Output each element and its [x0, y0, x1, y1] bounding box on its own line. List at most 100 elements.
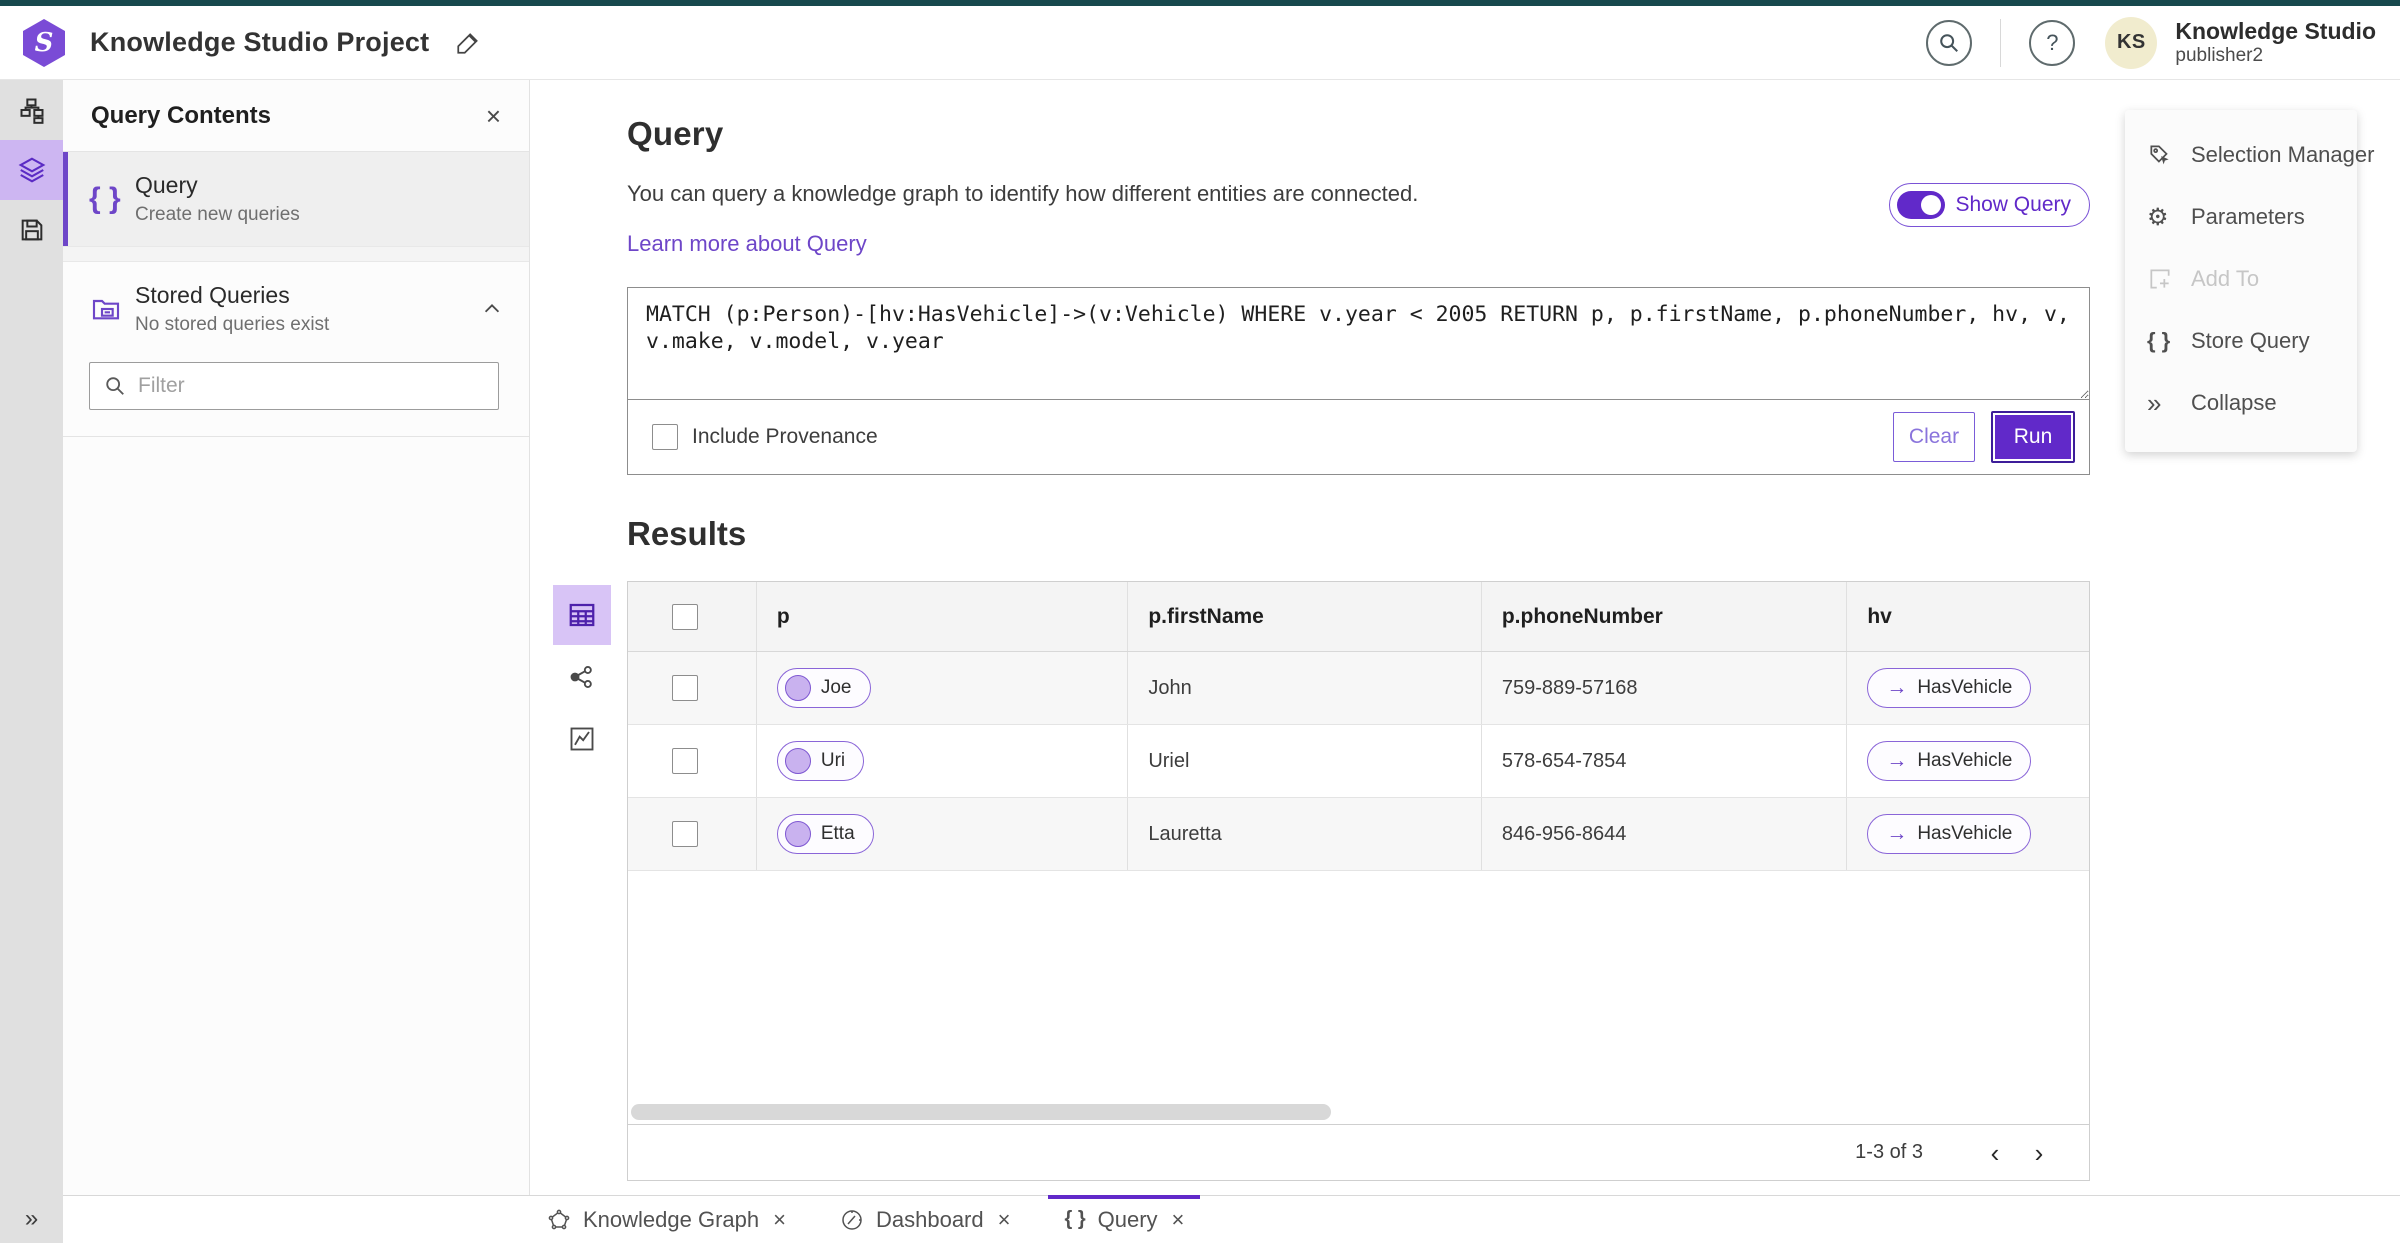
query-editor[interactable]: MATCH (p:Person)-[hv:HasVehicle]->(v:Veh… [628, 288, 2089, 400]
search-icon [106, 377, 124, 395]
menu-item-add-to[interactable]: Add To [2125, 248, 2357, 310]
panel-item-stored-queries[interactable]: Stored Queries No stored queries exist [63, 262, 529, 356]
arrow-right-icon: → [1886, 676, 1908, 699]
filter-input[interactable] [138, 374, 484, 398]
search-icon [1940, 33, 1959, 52]
row-checkbox[interactable] [671, 748, 698, 774]
menu-item-label: Add To [2191, 266, 2260, 291]
braces-icon: { } [89, 182, 121, 215]
arrow-right-icon: → [1886, 749, 1908, 772]
person-pill-label: Etta [820, 823, 855, 844]
page-description: You can query a knowledge graph to ident… [627, 181, 1419, 206]
person-node-pill[interactable]: Etta [776, 814, 874, 854]
view-table-button[interactable] [553, 585, 611, 645]
app-logo[interactable]: S [20, 18, 68, 67]
main-content: Query You can query a knowledge graph to… [530, 80, 2400, 1195]
filter-section [63, 356, 529, 437]
filter-box[interactable] [89, 362, 499, 410]
panel-item-stored-desc: No stored queries exist [135, 314, 330, 335]
query-actions-menu: Selection Manager ⚙ Parameters Add To { … [2125, 110, 2374, 452]
header-divider [2000, 18, 2002, 67]
panel-item-query[interactable]: { } Query Create new queries [63, 152, 529, 246]
tab-dashboard[interactable]: Dashboard × [824, 1196, 1027, 1243]
help-button[interactable]: ? [2029, 19, 2076, 66]
arrow-right-icon: → [1886, 822, 1908, 845]
bottom-tab-bar: » Knowledge Graph × Dashboard × {} Quer… [0, 1195, 2400, 1243]
prev-page-button[interactable]: ‹ [1973, 1140, 2017, 1166]
learn-more-link[interactable]: Learn more about Query [627, 231, 867, 257]
close-panel-button[interactable]: × [486, 103, 501, 129]
run-button[interactable]: Run [1991, 411, 2075, 463]
rail-item-layers[interactable] [0, 140, 63, 200]
select-all-checkbox[interactable] [671, 603, 698, 630]
column-header-firstname[interactable]: p.firstName [1128, 582, 1482, 651]
close-icon: × [485, 100, 501, 131]
horizontal-scrollbar-thumb[interactable] [631, 1104, 1331, 1120]
relation-pill[interactable]: → HasVehicle [1867, 814, 2032, 854]
menu-item-selection-manager[interactable]: Selection Manager [2125, 124, 2374, 186]
rail-item-hierarchy[interactable] [0, 80, 63, 140]
results-title: Results [627, 515, 747, 552]
folder-icon [89, 293, 135, 325]
gear-icon: ⚙ [2147, 203, 2169, 231]
edit-title-button[interactable] [455, 30, 481, 56]
relation-pill-label: HasVehicle [1917, 677, 2013, 698]
column-header-phonenumber[interactable]: p.phoneNumber [1482, 582, 1848, 651]
braces-icon: { } [1064, 1208, 1086, 1230]
page-title: Query [627, 115, 724, 152]
cell-phonenumber: 759-889-57168 [1482, 652, 1848, 724]
cell-firstname: Uriel [1128, 725, 1482, 797]
save-icon [21, 219, 42, 241]
column-header-p[interactable]: p [757, 582, 1129, 651]
search-button[interactable] [1926, 19, 1973, 66]
chevron-up-icon [484, 304, 500, 313]
close-tab-button[interactable]: × [773, 1208, 786, 1231]
avatar[interactable]: KS [2105, 16, 2158, 69]
show-query-label: Show Query [1955, 193, 2071, 216]
tab-query[interactable]: { } Query × [1048, 1195, 1201, 1243]
pagination-label: 1-3 of 3 [1855, 1141, 1923, 1163]
rail-item-save[interactable] [0, 200, 63, 260]
menu-item-parameters[interactable]: ⚙ Parameters [2125, 186, 2357, 248]
tab-label: Query [1097, 1206, 1158, 1232]
layers-icon [18, 157, 45, 183]
view-chart-button[interactable] [553, 709, 611, 769]
svg-text:S: S [35, 28, 54, 58]
relation-pill[interactable]: → HasVehicle [1867, 668, 2032, 708]
menu-item-store-query[interactable]: { } Store Query [2125, 310, 2357, 372]
row-checkbox[interactable] [671, 675, 698, 701]
clear-button[interactable]: Clear [1893, 412, 1975, 462]
braces-icon: { } [2147, 328, 2171, 353]
column-header-hv[interactable]: hv [1847, 582, 2089, 651]
include-provenance-checkbox[interactable] [652, 424, 678, 450]
view-switcher [553, 585, 611, 769]
view-graph-button[interactable] [553, 647, 611, 707]
menu-item-collapse[interactable]: » Collapse [2125, 372, 2357, 434]
next-page-button[interactable]: › [2017, 1140, 2061, 1166]
collapse-section-button[interactable] [481, 298, 503, 320]
relation-pill[interactable]: → HasVehicle [1867, 741, 2032, 781]
panel-item-stored-text: Stored Queries No stored queries exist [135, 282, 329, 336]
close-tab-button[interactable]: × [1172, 1208, 1185, 1231]
close-tab-button[interactable]: × [998, 1208, 1011, 1231]
panel-item-query-label: Query [135, 172, 198, 198]
expand-rail-button[interactable]: » [0, 1195, 63, 1243]
query-contents-panel: Query Contents × { } Query Create new qu… [63, 80, 530, 1195]
panel-item-query-text: Query Create new queries [135, 172, 300, 226]
hexagon-logo-icon: S [23, 18, 65, 67]
dashboard-icon [840, 1208, 864, 1232]
double-chevron-right-icon: » [2147, 387, 2162, 418]
include-provenance-label: Include Provenance [692, 425, 878, 448]
cell-phonenumber: 846-956-8644 [1482, 798, 1848, 870]
person-node-pill[interactable]: Joe [776, 668, 871, 708]
row-checkbox[interactable] [671, 821, 698, 847]
project-title: Knowledge Studio Project [90, 27, 430, 57]
show-query-toggle[interactable]: Show Query [1889, 183, 2090, 227]
table-empty-area [628, 871, 2089, 1124]
table-header-row: p p.firstName p.phoneNumber hv [628, 582, 2089, 652]
user-info: Knowledge Studio publisher2 [2175, 18, 2376, 66]
menu-item-label: Store Query [2191, 328, 2310, 353]
table-row: Etta Lauretta 846-956-8644 → HasVehicle [628, 798, 2089, 871]
tab-knowledge-graph[interactable]: Knowledge Graph × [531, 1196, 802, 1243]
person-node-pill[interactable]: Uri [776, 741, 865, 781]
